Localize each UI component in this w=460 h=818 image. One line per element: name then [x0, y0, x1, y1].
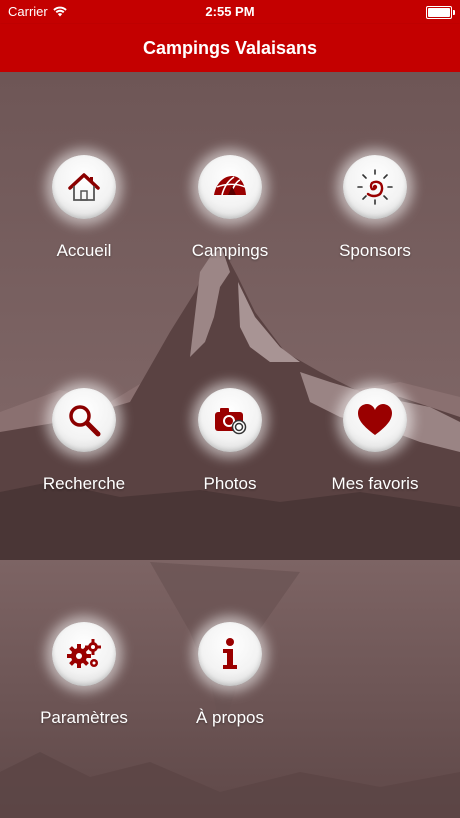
sun-spiral-icon [357, 169, 393, 205]
menu-item-recherche[interactable]: Recherche [9, 388, 159, 494]
magnifier-icon [69, 405, 101, 437]
menu-item-parametres[interactable]: Paramètres [9, 622, 159, 728]
menu-label: Recherche [42, 474, 126, 493]
menu-label: Campings [191, 241, 269, 260]
menu-label: Sponsors [339, 241, 411, 260]
menu-item-mes-favoris[interactable]: Mes favoris [300, 388, 450, 494]
house-icon [68, 173, 100, 201]
menu-label: Paramètres [40, 708, 128, 727]
menu-icon-button[interactable] [52, 622, 116, 686]
menu-item-accueil[interactable]: Accueil [9, 155, 159, 261]
battery-icon [426, 6, 455, 19]
menu-icon-button[interactable] [52, 388, 116, 452]
status-bar: Carrier 2:55 PM [0, 0, 460, 24]
menu-item-campings[interactable]: Campings [155, 155, 305, 261]
main-menu-grid: Accueil Campings Sponsors Recherche Phot… [0, 72, 460, 818]
camera-icon [215, 408, 247, 435]
menu-item-a-propos[interactable]: À propos [155, 622, 305, 728]
menu-icon-button[interactable] [52, 155, 116, 219]
navigation-bar: Campings Valaisans [0, 24, 460, 72]
menu-icon-button[interactable] [198, 388, 262, 452]
status-time: 2:55 PM [205, 4, 255, 19]
menu-label: Accueil [56, 241, 112, 260]
menu-item-photos[interactable]: Photos [155, 388, 305, 494]
menu-item-sponsors[interactable]: Sponsors [300, 155, 450, 261]
heart-icon [358, 404, 392, 435]
menu-icon-button[interactable] [198, 155, 262, 219]
tent-icon [214, 176, 246, 196]
menu-icon-button[interactable] [198, 622, 262, 686]
menu-icon-button[interactable] [343, 155, 407, 219]
menu-icon-button[interactable] [343, 388, 407, 452]
page-title: Campings Valaisans [142, 37, 318, 58]
info-icon [223, 638, 237, 669]
menu-label: Mes favoris [331, 474, 419, 493]
menu-label: À propos [195, 708, 265, 727]
menu-label: Photos [203, 474, 257, 493]
gears-icon [67, 639, 101, 668]
